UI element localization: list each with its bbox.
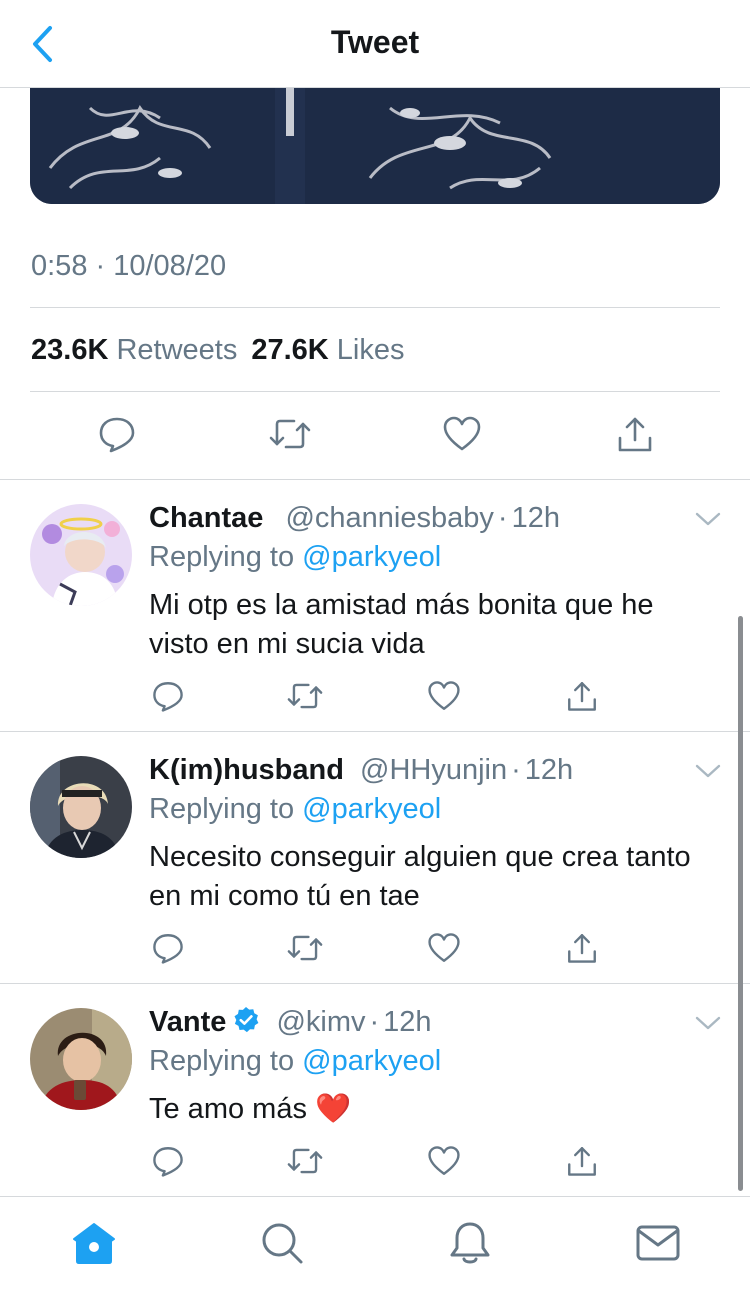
retweet-button[interactable] <box>285 676 325 716</box>
retweet-icon <box>287 1148 323 1174</box>
reply-button[interactable] <box>148 676 188 716</box>
retweet-icon <box>287 683 323 709</box>
handle[interactable]: @HHyunjin <box>360 754 507 786</box>
replying-label: Replying to <box>149 541 295 573</box>
share-icon <box>568 934 596 963</box>
reply-text: Mi otp es la amistad más bonita que he v… <box>149 589 654 660</box>
reply-time: 12h <box>511 502 560 534</box>
retweet-button[interactable] <box>285 928 325 968</box>
avatar-image <box>30 756 132 858</box>
share-button[interactable] <box>562 1141 602 1181</box>
share-button[interactable] <box>613 410 657 458</box>
handle[interactable]: @kimv <box>276 1006 365 1038</box>
reply-header: Chantae @channiesbaby · 12h <box>149 502 560 534</box>
like-button[interactable] <box>424 676 464 716</box>
like-button[interactable] <box>424 1141 464 1181</box>
reply-button[interactable] <box>148 1141 188 1181</box>
avatar[interactable] <box>30 756 132 858</box>
share-button[interactable] <box>562 676 602 716</box>
page-title: Tweet <box>330 24 420 60</box>
chevron-down-icon[interactable] <box>694 1013 722 1033</box>
heart-icon <box>428 681 460 710</box>
reply-text: Necesito conseguir alguien que crea tant… <box>149 841 691 912</box>
reply-text-content: Te amo más <box>149 1093 307 1125</box>
reply-text: Te amo más ❤️ <box>149 1090 709 1129</box>
red-heart-emoji: ❤️ <box>315 1093 352 1125</box>
messages-envelope-icon <box>636 1225 680 1261</box>
scrollbar[interactable] <box>738 616 743 1191</box>
retweet-icon <box>269 419 311 449</box>
reply-icon <box>153 1147 183 1177</box>
retweets-count: 23.6K <box>31 334 109 366</box>
embroidered-jacket-image <box>30 88 720 204</box>
handle[interactable]: @channiesbaby <box>285 502 493 534</box>
replying-mention[interactable]: @parkyeol <box>302 541 441 573</box>
replying-label: Replying to <box>149 793 295 825</box>
replying-to: Replying to @parkyeol <box>149 793 441 826</box>
reply-header: K(im)husband @HHyunjin · 12h <box>149 754 574 786</box>
retweet-button[interactable] <box>268 410 312 458</box>
heart-icon <box>428 933 460 962</box>
replying-to: Replying to @parkyeol <box>149 1045 441 1078</box>
reply-tweet[interactable]: Chantae @channiesbaby · 12h Replying to @p… <box>0 480 750 731</box>
reply-tweet[interactable]: Vante @kimv · 12h Replying to @parkyeol Te… <box>0 984 750 1196</box>
tab-notifications[interactable] <box>446 1219 494 1267</box>
display-name[interactable]: K(im)husband <box>149 754 344 786</box>
chevron-down-icon[interactable] <box>694 761 722 781</box>
like-button[interactable] <box>440 410 484 458</box>
top-nav-bar: Tweet <box>0 0 750 88</box>
reply-tweet[interactable]: K(im)husband @HHyunjin · 12h Replying to @… <box>0 732 750 983</box>
retweet-button[interactable] <box>285 1141 325 1181</box>
avatar[interactable] <box>30 1008 132 1110</box>
share-button[interactable] <box>562 928 602 968</box>
tweet-media-image[interactable] <box>30 88 720 204</box>
retweet-icon <box>287 935 323 961</box>
heart-icon <box>428 1146 460 1175</box>
reply-icon <box>99 417 135 453</box>
avatar-image <box>30 1008 132 1110</box>
reply-icon <box>153 934 183 964</box>
tweet-action-bar <box>0 410 750 462</box>
share-icon <box>618 417 652 452</box>
replying-to: Replying to @parkyeol <box>149 541 441 574</box>
likes-count: 27.6K <box>251 334 329 366</box>
retweets-label: Retweets <box>116 334 238 366</box>
verified-badge-icon <box>234 1007 259 1033</box>
reply-header: Vante @kimv · 12h <box>149 1006 432 1038</box>
tab-messages[interactable] <box>634 1219 682 1267</box>
home-icon <box>73 1223 115 1264</box>
tweet-stats: 23.6K Retweets 27.6K Likes <box>31 334 405 367</box>
likes-label: Likes <box>336 334 405 366</box>
display-name[interactable]: Chantae <box>149 502 263 534</box>
chevron-down-icon[interactable] <box>694 509 722 529</box>
likes-stat[interactable]: 27.6K Likes <box>251 334 404 366</box>
reply-icon <box>153 682 183 712</box>
reply-button[interactable] <box>95 410 139 458</box>
tweet-timestamp: 0:58 · 10/08/20 <box>31 250 227 282</box>
replying-mention[interactable]: @parkyeol <box>302 1045 441 1077</box>
retweets-stat[interactable]: 23.6K Retweets <box>31 334 237 366</box>
replying-mention[interactable]: @parkyeol <box>302 793 441 825</box>
reply-time: 12h <box>383 1006 432 1038</box>
tab-home[interactable] <box>70 1219 118 1267</box>
replying-label: Replying to <box>149 1045 295 1077</box>
share-icon <box>568 682 596 711</box>
display-name[interactable]: Vante <box>149 1006 226 1038</box>
tab-search[interactable] <box>258 1219 306 1267</box>
reply-button[interactable] <box>148 928 188 968</box>
divider <box>30 391 720 392</box>
search-icon <box>262 1223 303 1264</box>
share-icon <box>568 1147 596 1176</box>
notifications-bell-icon <box>450 1222 490 1264</box>
bottom-tab-bar <box>0 1196 750 1294</box>
divider <box>30 307 720 308</box>
avatar-image <box>30 504 132 606</box>
avatar[interactable] <box>30 504 132 606</box>
heart-icon <box>443 416 481 451</box>
reply-time: 12h <box>524 754 574 786</box>
like-button[interactable] <box>424 928 464 968</box>
